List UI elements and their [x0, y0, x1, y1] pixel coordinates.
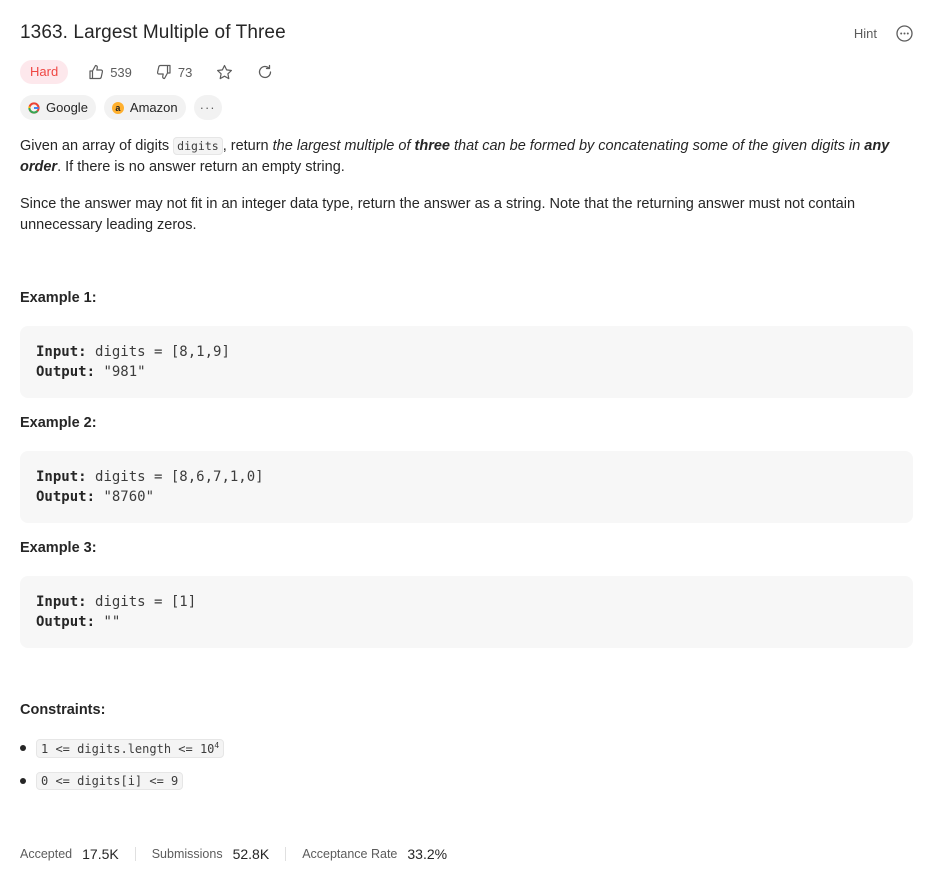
- constraint-item: 1 <= digits.length <= 104: [20, 737, 225, 759]
- tag-label: Google: [46, 100, 88, 115]
- more-icon: ···: [199, 100, 216, 115]
- example-output: "981": [103, 364, 146, 380]
- like-count: 539: [110, 64, 132, 80]
- example-input: digits = [8,6,7,1,0]: [95, 469, 264, 485]
- submissions-label: Submissions: [151, 847, 223, 861]
- submission-stats: Accepted 17.5K Submissions 52.8K Accepta…: [20, 846, 447, 862]
- example-2-title: Example 2:: [20, 415, 97, 431]
- example-1-title: Example 1:: [20, 290, 97, 306]
- refresh-icon: [257, 64, 273, 80]
- problem-description: Given an array of digits digits, return …: [20, 136, 913, 252]
- problem-title: 1363. Largest Multiple of Three: [20, 22, 286, 43]
- constraint-item: 0 <= digits[i] <= 9: [20, 770, 224, 792]
- hint-button[interactable]: Hint: [854, 26, 877, 41]
- accepted-label: Accepted: [20, 847, 73, 861]
- amazon-icon: a: [111, 101, 124, 114]
- tag-google[interactable]: Google: [20, 95, 96, 120]
- acceptance-rate-value: 33.2%: [407, 846, 448, 862]
- more-tags-button[interactable]: ···: [193, 95, 222, 120]
- description-paragraph-1: Given an array of digits digits, return …: [20, 137, 890, 175]
- inline-code: digits: [173, 137, 223, 155]
- example-input: digits = [8,1,9]: [95, 344, 230, 360]
- example-1-box: Input: digits = [8,1,9] Output: "981": [20, 326, 913, 398]
- like-button[interactable]: 539: [88, 64, 132, 80]
- company-tags: Google a Amazon ···: [20, 95, 222, 120]
- google-icon: [28, 101, 40, 114]
- example-3-box: Input: digits = [1] Output: "": [20, 576, 913, 648]
- more-options-icon[interactable]: [895, 24, 913, 42]
- thumbs-up-icon: [88, 64, 104, 80]
- example-output: "8760": [103, 489, 155, 505]
- divider: [285, 847, 287, 861]
- acceptance-rate-label: Acceptance Rate: [302, 847, 398, 861]
- example-3-title: Example 3:: [20, 540, 97, 556]
- accepted-value: 17.5K: [82, 846, 119, 862]
- tag-label: Amazon: [129, 100, 178, 115]
- description-paragraph-2: Since the answer may not fit in an integ…: [20, 196, 856, 233]
- example-output: "": [103, 614, 121, 630]
- dislike-count: 73: [177, 64, 193, 80]
- problem-meta: Hard 539 73: [20, 59, 297, 85]
- dislike-button[interactable]: 73: [156, 64, 192, 80]
- example-input: digits = [1]: [95, 594, 197, 610]
- thumbs-down-icon: [156, 64, 172, 80]
- divider: [134, 847, 136, 861]
- difficulty-badge: Hard: [20, 60, 69, 84]
- star-icon: [216, 64, 233, 81]
- favorite-button[interactable]: [216, 64, 233, 81]
- submissions-value: 52.8K: [232, 846, 270, 862]
- header-actions: Hint: [854, 24, 913, 42]
- constraints-title: Constraints:: [20, 702, 106, 718]
- example-2-box: Input: digits = [8,6,7,1,0] Output: "876…: [20, 451, 913, 523]
- constraints-list: 1 <= digits.length <= 104 0 <= digits[i]…: [20, 737, 225, 803]
- problem-header: 1363. Largest Multiple of Three Hint: [20, 22, 913, 48]
- tag-amazon[interactable]: a Amazon: [103, 95, 186, 120]
- share-button[interactable]: [257, 64, 273, 80]
